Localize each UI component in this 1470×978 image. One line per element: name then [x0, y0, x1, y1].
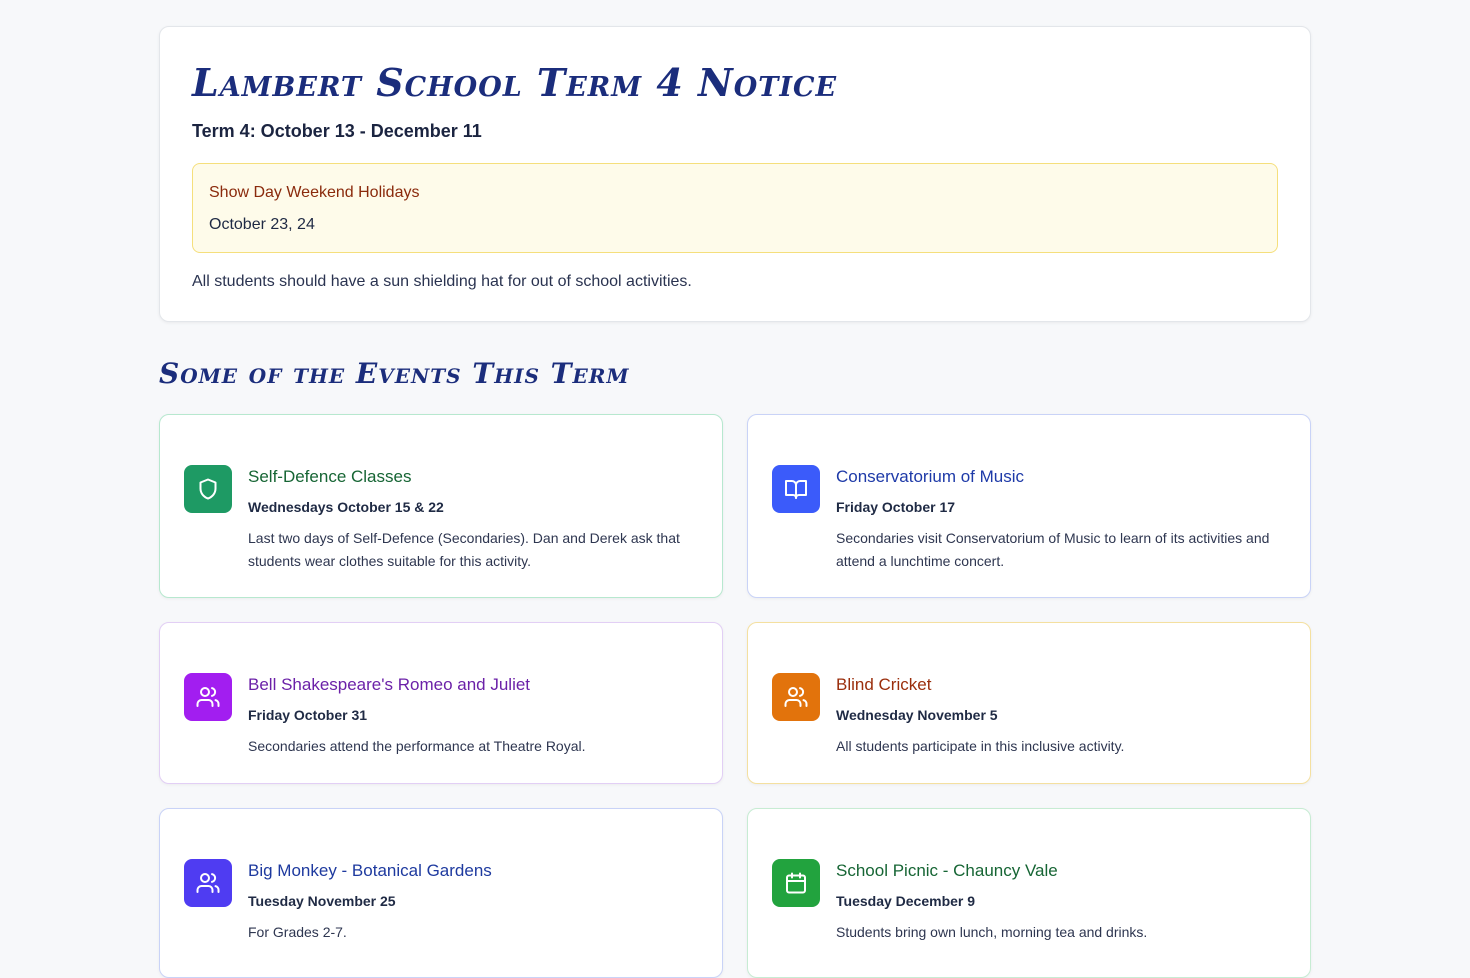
event-card: Bell Shakespeare's Romeo and Juliet Frid… [159, 622, 723, 784]
term-dates: Term 4: October 13 - December 11 [192, 121, 482, 141]
event-card: Self-Defence Classes Wednesdays October … [159, 414, 723, 598]
event-description: Students bring own lunch, morning tea an… [836, 924, 1148, 940]
calendar-icon [772, 859, 820, 907]
shield-icon [184, 465, 232, 513]
event-card: School Picnic - Chauncy Vale Tuesday Dec… [747, 808, 1311, 978]
holiday-title: Show Day Weekend Holidays [209, 184, 420, 201]
book-icon [772, 465, 820, 513]
holiday-callout: Show Day Weekend Holidays October 23, 24 [192, 163, 1278, 253]
event-title: Bell Shakespeare's Romeo and Juliet [248, 675, 531, 694]
page: Lambert School Term 4 Notice Term 4: Oct… [159, 26, 1311, 978]
event-title: Conservatorium of Music [836, 467, 1025, 486]
users-icon [772, 673, 820, 721]
event-card: Blind Cricket Wednesday November 5 All s… [747, 622, 1311, 784]
event-description: Last two days of Self-Defence (Secondari… [248, 530, 680, 569]
event-date: Friday October 17 [836, 499, 956, 515]
hat-note: All students should have a sun shielding… [192, 273, 692, 290]
event-description: All students participate in this inclusi… [836, 738, 1125, 754]
event-date: Friday October 31 [248, 707, 368, 723]
event-card: Conservatorium of Music Friday October 1… [747, 414, 1311, 598]
event-date: Tuesday November 25 [248, 893, 396, 909]
users-icon [184, 859, 232, 907]
notice-title: Lambert School Term 4 Notice [192, 60, 838, 105]
event-title: Blind Cricket [836, 675, 932, 694]
event-title: Self-Defence Classes [248, 467, 412, 486]
event-date: Tuesday December 9 [836, 893, 976, 909]
event-description: Secondaries visit Conservatorium of Musi… [836, 530, 1270, 569]
event-description: For Grades 2-7. [248, 924, 347, 940]
event-card: Big Monkey - Botanical Gardens Tuesday N… [159, 808, 723, 978]
event-description: Secondaries attend the performance at Th… [248, 738, 586, 754]
users-icon [184, 673, 232, 721]
events-heading: Some of the Events This Term [159, 357, 630, 390]
event-title: School Picnic - Chauncy Vale [836, 861, 1058, 880]
term-notice-card: Lambert School Term 4 Notice Term 4: Oct… [159, 26, 1311, 322]
event-title: Big Monkey - Botanical Gardens [248, 861, 492, 880]
event-date: Wednesday November 5 [836, 707, 998, 723]
holiday-dates: October 23, 24 [209, 216, 315, 233]
event-date: Wednesdays October 15 & 22 [248, 499, 444, 515]
